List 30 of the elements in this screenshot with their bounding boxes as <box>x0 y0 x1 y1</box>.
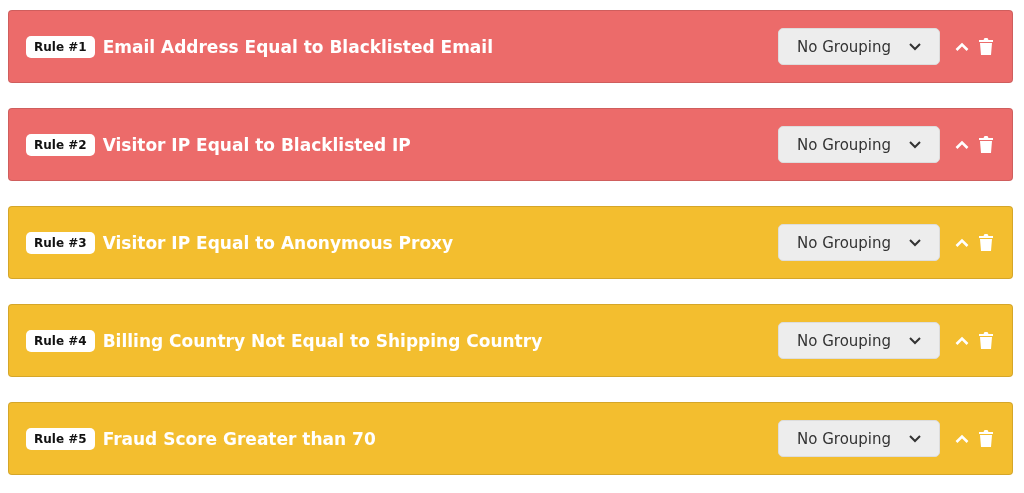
trash-icon <box>979 234 993 251</box>
rule-title: Visitor IP Equal to Anonymous Proxy <box>102 232 454 253</box>
chevron-up-icon <box>955 140 969 149</box>
chevron-down-icon <box>909 42 921 51</box>
trash-icon <box>979 430 993 447</box>
chevron-up-icon <box>955 42 969 51</box>
rule-title: Billing Country Not Equal to Shipping Country <box>102 330 543 351</box>
chevron-down-icon <box>909 140 921 149</box>
rule-badge: Rule #3 <box>26 231 95 254</box>
rule-title: Fraud Score Greater than 70 <box>102 428 376 449</box>
rule-badge: Rule #1 <box>26 35 95 58</box>
rule-title: Email Address Equal to Blacklisted Email <box>102 36 493 57</box>
rule-badge: Rule #5 <box>26 427 95 450</box>
chevron-up-icon <box>955 434 969 443</box>
chevron-up-icon <box>955 238 969 247</box>
grouping-dropdown[interactable]: No Grouping <box>778 224 940 261</box>
chevron-up-icon <box>955 336 969 345</box>
chevron-down-icon <box>909 434 921 443</box>
grouping-dropdown[interactable]: No Grouping <box>778 28 940 65</box>
trash-icon <box>979 38 993 55</box>
grouping-dropdown[interactable]: No Grouping <box>778 322 940 359</box>
chevron-down-icon <box>909 336 921 345</box>
trash-icon <box>979 332 993 349</box>
rule-title: Visitor IP Equal to Blacklisted IP <box>102 134 411 155</box>
chevron-down-icon <box>909 238 921 247</box>
grouping-dropdown[interactable]: No Grouping <box>778 126 940 163</box>
rule-badge: Rule #2 <box>26 133 95 156</box>
grouping-dropdown[interactable]: No Grouping <box>778 420 940 457</box>
trash-icon <box>979 136 993 153</box>
rule-badge: Rule #4 <box>26 329 95 352</box>
